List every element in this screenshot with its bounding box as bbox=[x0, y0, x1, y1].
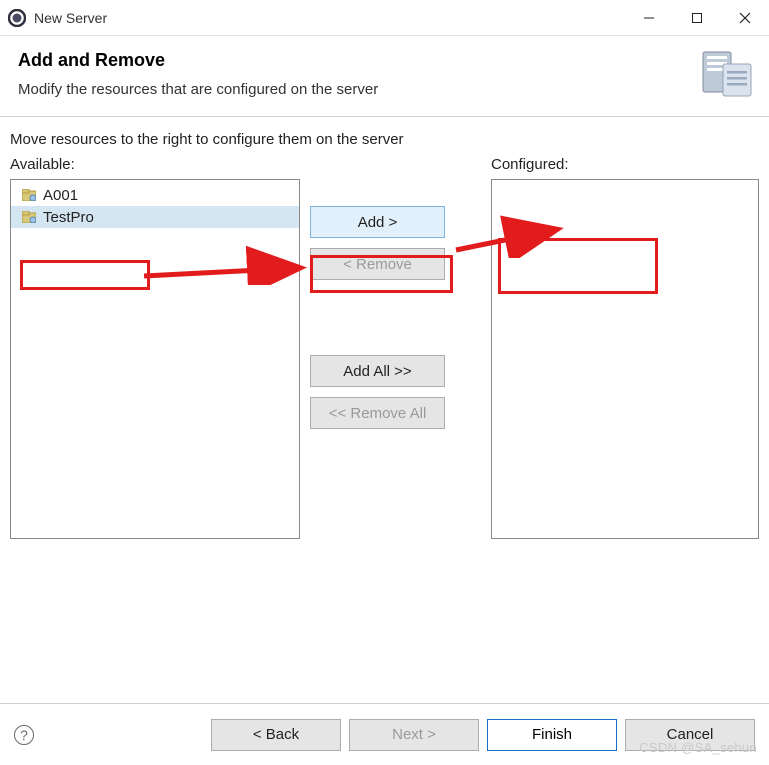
list-item[interactable]: A001 bbox=[11, 184, 299, 206]
available-label: Available: bbox=[10, 156, 300, 173]
list-item-label: TestPro bbox=[43, 209, 94, 226]
page-title: Add and Remove bbox=[18, 50, 751, 71]
list-item[interactable]: TestPro bbox=[11, 206, 299, 228]
maximize-button[interactable] bbox=[673, 0, 721, 36]
next-button: Next > bbox=[349, 719, 479, 751]
window-controls bbox=[625, 0, 769, 36]
wizard-footer: ? < Back Next > Finish Cancel bbox=[0, 703, 769, 765]
configured-column: Configured: bbox=[455, 156, 759, 539]
close-button[interactable] bbox=[721, 0, 769, 36]
configured-listbox[interactable] bbox=[491, 179, 759, 539]
eclipse-icon bbox=[8, 9, 26, 27]
help-icon-label: ? bbox=[20, 727, 28, 743]
body-area: Move resources to the right to configure… bbox=[0, 117, 769, 549]
server-banner-icon bbox=[697, 46, 759, 103]
configured-label: Configured: bbox=[491, 156, 759, 173]
back-button[interactable]: < Back bbox=[211, 719, 341, 751]
minimize-button[interactable] bbox=[625, 0, 673, 36]
help-button[interactable]: ? bbox=[14, 725, 34, 745]
available-column: Available: A001 TestPro bbox=[10, 156, 300, 539]
project-icon bbox=[21, 188, 37, 202]
list-item-label: A001 bbox=[43, 187, 78, 204]
remove-button: < Remove bbox=[310, 248, 445, 280]
window-title: New Server bbox=[34, 10, 107, 26]
remove-all-button: << Remove All bbox=[310, 397, 445, 429]
instruction-text: Move resources to the right to configure… bbox=[10, 131, 759, 148]
transfer-buttons: Add > < Remove Add All >> << Remove All bbox=[300, 156, 455, 539]
add-button[interactable]: Add > bbox=[310, 206, 445, 238]
cancel-button[interactable]: Cancel bbox=[625, 719, 755, 751]
add-all-button[interactable]: Add All >> bbox=[310, 355, 445, 387]
project-icon bbox=[21, 210, 37, 224]
finish-button[interactable]: Finish bbox=[487, 719, 617, 751]
available-listbox[interactable]: A001 TestPro bbox=[10, 179, 300, 539]
titlebar: New Server bbox=[0, 0, 769, 36]
wizard-header: Add and Remove Modify the resources that… bbox=[0, 36, 769, 117]
page-description: Modify the resources that are configured… bbox=[18, 81, 751, 98]
